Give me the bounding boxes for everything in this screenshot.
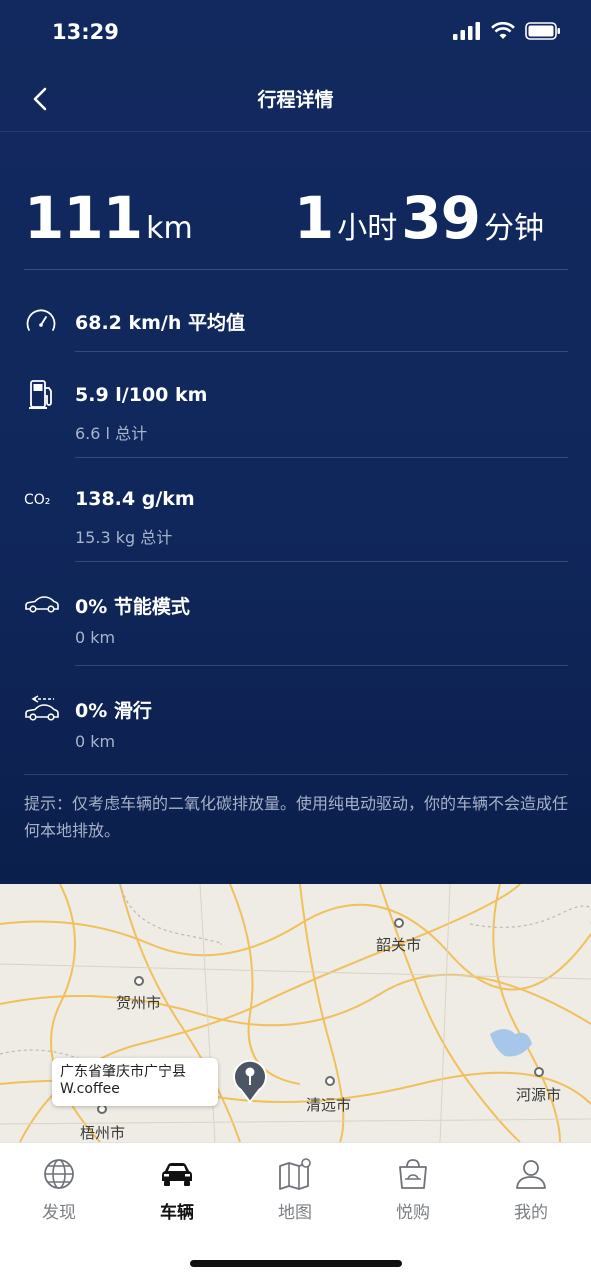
speedometer-icon [26, 309, 56, 331]
stat-sub: 0 km [75, 628, 116, 647]
trip-summary: 111 km 1 小时39 分钟 [24, 180, 568, 270]
callout-address: 广东省肇庆市广宁县 [60, 1064, 186, 1080]
city-dot [134, 976, 144, 986]
divider [24, 774, 568, 775]
signal-icon [453, 22, 480, 40]
divider [75, 665, 568, 666]
wifi-icon [491, 22, 515, 39]
status-bar: 13:29 [0, 0, 591, 66]
tab-discover[interactable]: 发现 [0, 1157, 118, 1223]
co2-icon: CO₂ [24, 492, 51, 508]
coasting-car-icon [25, 695, 59, 721]
tab-label: 地图 [278, 1203, 312, 1223]
status-icons [453, 22, 561, 40]
tab-label: 悦购 [396, 1203, 430, 1223]
trip-duration: 1 小时39 分钟 [294, 184, 548, 252]
stat-main: 5.9 l/100 km [75, 384, 208, 406]
city-dot [394, 918, 404, 928]
shopping-bag-icon [399, 1159, 427, 1189]
fuel-pump-icon [29, 380, 52, 409]
tab-label: 车辆 [160, 1203, 194, 1223]
tab-map[interactable]: 地图 [236, 1157, 354, 1223]
stat-average-speed: 68.2 km/h 平均值 [24, 300, 568, 352]
eco-car-icon [25, 596, 59, 613]
stat-eco-mode: 0% 节能模式 0 km [24, 586, 568, 666]
city-label-wuzhou: 梧州市 [80, 1124, 126, 1142]
home-indicator[interactable] [190, 1260, 402, 1267]
stat-main: 138.4 g/km [75, 488, 195, 510]
trip-map[interactable]: 韶关市 贺州市 清远市 河源市 梧州市 广东省肇庆市广宁县 W.coffee [0, 884, 591, 1142]
city-label-heyuan: 河源市 [516, 1086, 562, 1104]
map-icon [279, 1158, 311, 1190]
hours-value: 1 [293, 184, 334, 252]
stat-main: 0% 节能模式 [75, 596, 190, 618]
minutes-value: 39 [401, 184, 481, 252]
city-label-hezhou: 贺州市 [116, 994, 162, 1012]
hours-unit: 小时 [337, 211, 398, 246]
tab-label: 我的 [514, 1203, 548, 1223]
stat-sub: 0 km [75, 732, 116, 751]
location-callout[interactable]: 广东省肇庆市广宁县 W.coffee [52, 1058, 218, 1106]
distance-unit: km [146, 211, 193, 246]
globe-icon [44, 1159, 74, 1189]
trip-distance: 111 km [24, 184, 197, 252]
minutes-unit: 分钟 [484, 211, 544, 246]
city-label-qingyuan: 清远市 [306, 1096, 352, 1114]
stat-sub: 6.6 l 总计 [75, 424, 148, 443]
page-title: 行程详情 [257, 89, 334, 111]
status-time: 13:29 [52, 20, 119, 44]
divider [75, 561, 568, 562]
distance-value: 111 [24, 184, 143, 252]
stat-main: 0% 滑行 [75, 700, 152, 722]
emission-tip: 提示：仅考虑车辆的二氧化碳排放量。使用纯电动驱动，你的车辆不会造成任何本地排放。 [24, 794, 569, 840]
city-dot [534, 1067, 544, 1077]
stat-sub: 15.3 kg 总计 [75, 528, 173, 547]
city-dot [325, 1076, 335, 1086]
tab-vehicle[interactable]: 车辆 [118, 1157, 236, 1223]
tab-label: 发现 [42, 1203, 76, 1223]
person-icon [516, 1160, 546, 1189]
car-icon [162, 1163, 192, 1186]
trip-detail-panel: 13:29 行程详情 111 km 1 小时39 分钟 68.2 km/h 平均… [0, 0, 591, 884]
callout-place: W.coffee [60, 1081, 120, 1097]
divider [75, 351, 568, 352]
divider [75, 457, 568, 458]
nav-bar: 行程详情 [0, 66, 591, 132]
stat-main: 68.2 km/h 平均值 [75, 312, 246, 334]
stat-coasting: 0% 滑行 0 km [24, 690, 568, 760]
location-pin-icon[interactable] [230, 1056, 270, 1104]
tab-shop[interactable]: 悦购 [354, 1157, 472, 1223]
battery-icon [525, 22, 560, 40]
stat-fuel-consumption: 5.9 l/100 km 6.6 l 总计 [24, 378, 568, 458]
tab-profile[interactable]: 我的 [472, 1157, 590, 1223]
stat-co2: CO₂ 138.4 g/km 15.3 kg 总计 [24, 482, 568, 562]
city-label-shaoguan: 韶关市 [376, 936, 422, 954]
